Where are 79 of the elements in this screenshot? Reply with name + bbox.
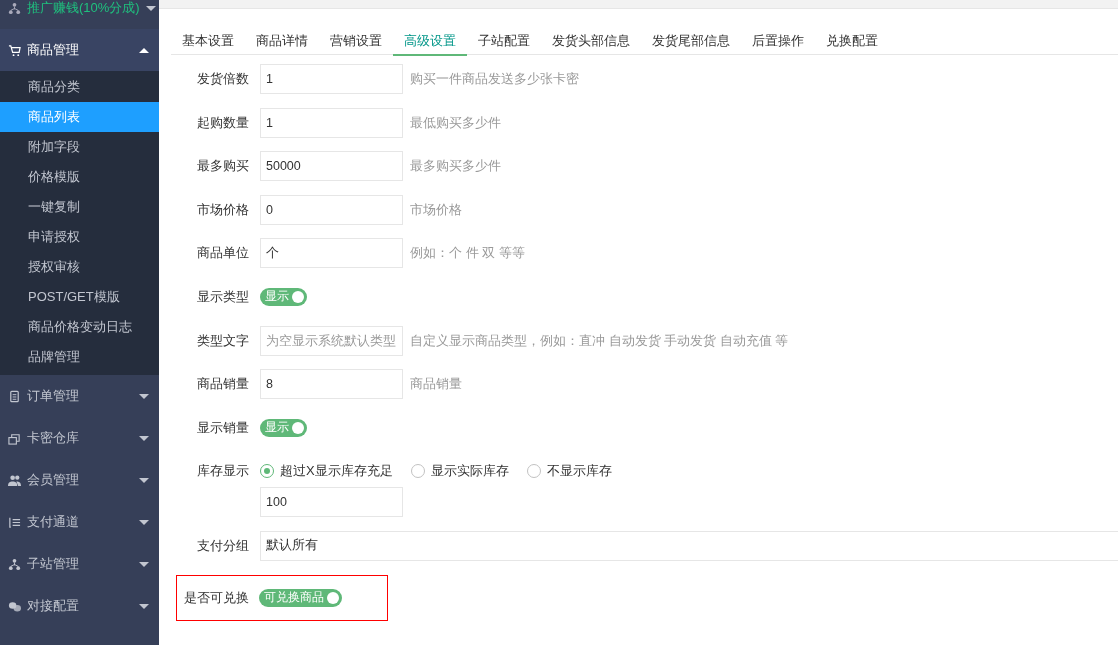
- tab[interactable]: 营销设置: [319, 28, 393, 56]
- tab[interactable]: 兑换配置: [815, 28, 889, 56]
- menu-group-label: 对接配置: [27, 597, 80, 615]
- menu-group-label: 会员管理: [27, 471, 80, 489]
- menu-group-label: 子站管理: [27, 555, 80, 573]
- field-label: 商品单位: [196, 244, 250, 263]
- menu-group[interactable]: 卡密仓库: [0, 417, 159, 459]
- field-label: 起购数量: [196, 113, 250, 132]
- menu-group[interactable]: 子站管理: [0, 543, 159, 585]
- menu-item[interactable]: 商品价格变动日志: [0, 312, 159, 342]
- field-label: 是否可兑换: [183, 588, 250, 607]
- field-hint: 最多购买多少件: [410, 157, 501, 176]
- input-field[interactable]: 1: [260, 64, 403, 94]
- caret-icon: [139, 561, 149, 567]
- menu-group-label: 订单管理: [27, 387, 80, 405]
- menu-group[interactable]: 对接配置: [0, 585, 159, 627]
- users-icon: [8, 473, 21, 487]
- caret-icon: [139, 393, 149, 399]
- input-field[interactable]: 1: [260, 107, 403, 138]
- radio-label[interactable]: 显示实际库存: [430, 462, 509, 481]
- radio-label[interactable]: 不显示库存: [546, 462, 612, 481]
- field-hint: 商品销量: [410, 375, 462, 394]
- field-label: 显示类型: [196, 287, 250, 306]
- menu-item[interactable]: 一键复制: [0, 192, 159, 222]
- field-label: 显示销量: [196, 418, 250, 437]
- radio-label[interactable]: 超过X显示库存充足: [280, 462, 393, 481]
- menu-item[interactable]: 品牌管理: [0, 342, 159, 372]
- field-label: 支付分组: [196, 536, 250, 555]
- field-hint: 例如：个 件 双 等等: [410, 244, 525, 263]
- tab[interactable]: 子站配置: [467, 28, 541, 56]
- tab[interactable]: 后置操作: [741, 28, 815, 56]
- input-field[interactable]: 个: [260, 238, 403, 269]
- caret-icon: [139, 519, 149, 525]
- field-label: 商品销量: [196, 375, 250, 394]
- menu-item[interactable]: POST/GET模版: [0, 282, 159, 312]
- input-field[interactable]: 0: [260, 194, 403, 225]
- sitemap-icon: [8, 557, 21, 571]
- field-hint: 购买一件商品发送多少张卡密: [410, 70, 579, 88]
- menu-item[interactable]: 授权审核: [0, 252, 159, 282]
- menu-item[interactable]: 商品分类: [0, 72, 159, 102]
- menu-group[interactable]: 支付通道: [0, 501, 159, 543]
- select-field[interactable]: 默认所有: [260, 530, 1118, 561]
- field-label: 发货倍数: [196, 70, 250, 88]
- field-label: 最多购买: [196, 157, 250, 176]
- menu-group[interactable]: 订单管理: [0, 375, 159, 417]
- tab[interactable]: 商品详情: [245, 28, 319, 56]
- chat-icon: [8, 599, 21, 613]
- input-field[interactable]: 为空显示系统默认类型: [260, 325, 403, 356]
- menu-group[interactable]: 会员管理: [0, 459, 159, 501]
- promo-menu-item[interactable]: 推广赚钱(10%分成): [27, 0, 140, 17]
- input-field[interactable]: 100: [260, 487, 403, 518]
- caret-icon: [139, 47, 149, 53]
- caret-icon: [139, 477, 149, 483]
- cards-icon: [8, 431, 21, 445]
- menu-group-label: 商品管理: [27, 41, 80, 59]
- menu-group-label: 支付通道: [27, 513, 80, 531]
- input-field[interactable]: 50000: [260, 151, 403, 182]
- sitemap-icon: [8, 1, 21, 15]
- input-field[interactable]: 8: [260, 369, 403, 400]
- tab[interactable]: 高级设置: [393, 28, 467, 56]
- caret-icon: [139, 603, 149, 609]
- menu-item[interactable]: 价格模版: [0, 162, 159, 192]
- menu-group[interactable]: 商品管理: [0, 29, 159, 71]
- field-label: 市场价格: [196, 200, 250, 219]
- field-label: 库存显示: [196, 462, 250, 481]
- tab[interactable]: 发货头部信息: [541, 28, 641, 56]
- field-hint: 最低购买多少件: [410, 113, 501, 132]
- menu-group-label: 卡密仓库: [27, 429, 80, 447]
- caret-icon: [139, 435, 149, 441]
- tab[interactable]: 发货尾部信息: [641, 28, 741, 56]
- list-icon: [8, 515, 21, 529]
- menu-item[interactable]: 申请授权: [0, 222, 159, 252]
- field-hint: 市场价格: [410, 200, 462, 219]
- document-icon: [8, 389, 21, 403]
- field-label: 类型文字: [196, 331, 250, 350]
- tab[interactable]: 基本设置: [171, 28, 245, 56]
- menu-item[interactable]: 附加字段: [0, 132, 159, 162]
- field-hint: 自定义显示商品类型，例如：直冲 自动发货 手动发货 自动充值 等: [410, 331, 789, 350]
- cart-icon: [8, 43, 21, 57]
